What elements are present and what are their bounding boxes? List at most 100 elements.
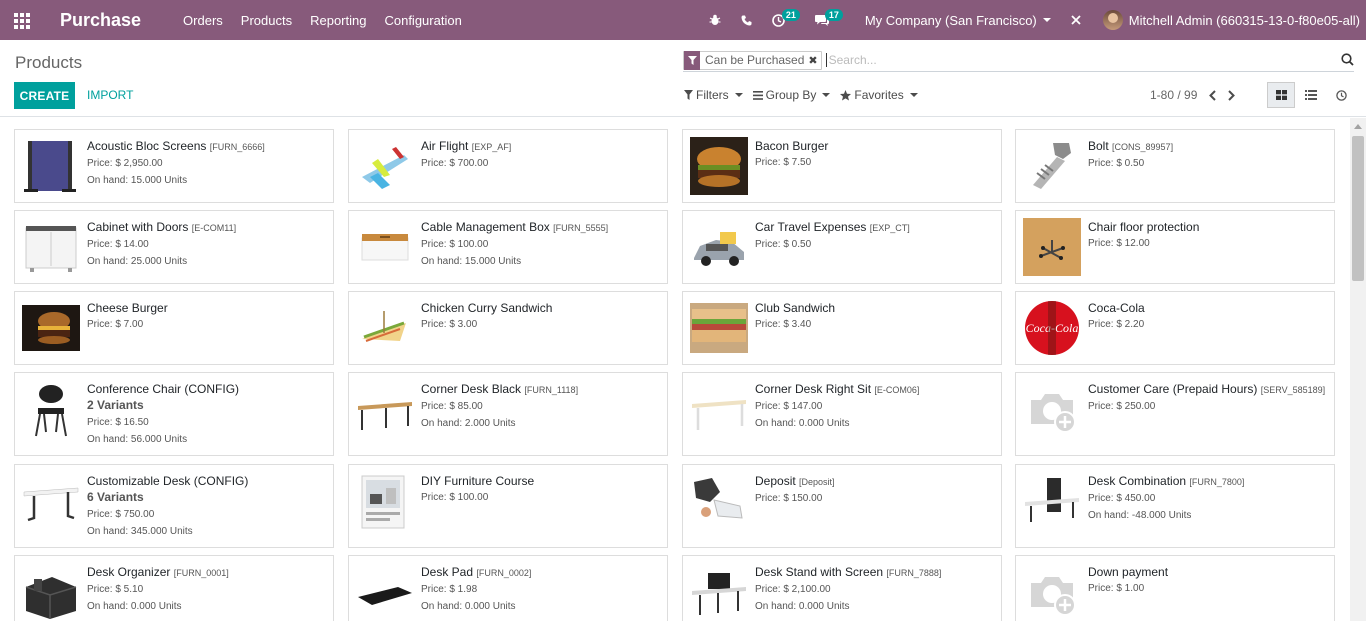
product-name-text: Bolt [1088, 139, 1109, 153]
product-card[interactable]: Customer Care (Prepaid Hours) [SERV_5851… [1015, 372, 1335, 456]
filters-dropdown[interactable]: Filters [684, 88, 743, 102]
product-name[interactable]: Customer Care (Prepaid Hours) [SERV_5851… [1088, 381, 1328, 398]
create-button[interactable]: CREATE [14, 82, 75, 109]
phone-icon[interactable] [741, 15, 752, 26]
user-menu[interactable]: Mitchell Admin (660315-13-0-f80e05-all) [1102, 10, 1360, 30]
product-card[interactable]: Customizable Desk (CONFIG) 6 Variants Pric… [14, 464, 334, 548]
product-name[interactable]: Desk Pad [FURN_0002] [421, 564, 661, 581]
bug-icon[interactable] [709, 14, 721, 26]
product-card[interactable]: Desk Combination [FURN_7800] Price: $ 450… [1015, 464, 1335, 548]
close-icon[interactable] [1071, 15, 1081, 25]
product-name[interactable]: Deposit [Deposit] [755, 473, 995, 490]
product-name[interactable]: Acoustic Bloc Screens [FURN_6666] [87, 138, 327, 155]
product-card[interactable]: Bolt [CONS_89957] Price: $ 0.50 [1015, 129, 1335, 203]
product-info: Cable Management Box [FURN_5555] Price: $… [421, 219, 661, 270]
product-variants: 6 Variants [87, 490, 144, 504]
product-card[interactable]: Car Travel Expenses [EXP_CT] Price: $ 0.5… [682, 210, 1002, 284]
scrollbar[interactable] [1350, 118, 1366, 621]
product-name[interactable]: Chair floor protection [1088, 219, 1328, 235]
search-input[interactable] [825, 53, 1326, 67]
product-name-text: Corner Desk Right Sit [755, 382, 872, 396]
product-name[interactable]: Customizable Desk (CONFIG) [87, 473, 327, 489]
product-name[interactable]: Desk Organizer [FURN_0001] [87, 564, 327, 581]
product-name[interactable]: Car Travel Expenses [EXP_CT] [755, 219, 995, 236]
menu-item-products[interactable]: Products [241, 13, 292, 28]
product-card[interactable]: Chair floor protection Price: $ 12.00 [1015, 210, 1335, 284]
menu-item-orders[interactable]: Orders [183, 13, 223, 28]
search-facet[interactable]: Can be Purchased ✖ [683, 50, 822, 70]
chevron-right-icon[interactable] [1228, 89, 1236, 101]
product-info: Bacon Burger Price: $ 7.50 [755, 138, 995, 171]
menu-item-reporting[interactable]: Reporting [310, 13, 366, 28]
product-card[interactable]: Club Sandwich Price: $ 3.40 [682, 291, 1002, 365]
product-name[interactable]: Cabinet with Doors [E-COM11] [87, 219, 327, 236]
product-name[interactable]: Coca-Cola [1088, 300, 1328, 316]
app-title[interactable]: Purchase [60, 10, 141, 31]
product-card[interactable]: Acoustic Bloc Screens [FURN_6666] Price: … [14, 129, 334, 203]
product-card[interactable]: Chicken Curry Sandwich Price: $ 3.00 [348, 291, 668, 365]
product-card[interactable]: Cheese Burger Price: $ 7.00 [14, 291, 334, 365]
desk-combination-image [1023, 472, 1081, 530]
product-name[interactable]: Bacon Burger [755, 138, 995, 154]
product-name[interactable]: Chicken Curry Sandwich [421, 300, 661, 316]
favorites-dropdown[interactable]: Favorites [840, 88, 918, 102]
product-name[interactable]: DIY Furniture Course [421, 473, 661, 489]
product-info: Chicken Curry Sandwich Price: $ 3.00 [421, 300, 661, 333]
list-view-icon[interactable] [1297, 82, 1325, 108]
product-card[interactable]: Corner Desk Right Sit [E-COM06] Price: $ … [682, 372, 1002, 456]
product-card[interactable]: Conference Chair (CONFIG) 2 Variants Price… [14, 372, 334, 456]
activity-clock-icon[interactable]: 21 [772, 8, 800, 27]
product-card[interactable]: Desk Pad [FURN_0002] Price: $ 1.98 On hand… [348, 555, 668, 621]
facet-remove-icon[interactable]: ✖ [808, 54, 820, 67]
apps-menu-icon[interactable] [0, 0, 44, 40]
product-name[interactable]: Corner Desk Black [FURN_1118] [421, 381, 661, 398]
product-card[interactable]: Down payment Price: $ 1.00 [1015, 555, 1335, 621]
activity-view-icon[interactable] [1327, 82, 1355, 108]
messages-icon[interactable]: 17 [814, 9, 843, 26]
car-image [690, 218, 748, 276]
product-name[interactable]: Conference Chair (CONFIG) [87, 381, 327, 397]
product-name[interactable]: Desk Combination [FURN_7800] [1088, 473, 1328, 490]
product-name-text: Desk Stand with Screen [755, 565, 884, 579]
search-icon[interactable] [1341, 53, 1354, 69]
product-name-text: Coca-Cola [1088, 301, 1145, 315]
pager-value[interactable]: 1-80 / 99 [1150, 88, 1197, 102]
product-card[interactable]: DIY Furniture Course Price: $ 100.00 [348, 464, 668, 548]
product-name-text: Acoustic Bloc Screens [87, 139, 207, 153]
product-name[interactable]: Bolt [CONS_89957] [1088, 138, 1328, 155]
product-name[interactable]: Desk Stand with Screen [FURN_7888] [755, 564, 995, 581]
group-by-dropdown[interactable]: Group By [752, 88, 831, 102]
company-name: My Company (San Francisco) [864, 12, 1037, 28]
product-name[interactable]: Down payment [1088, 564, 1328, 580]
control-panel: Products Can be Purchased ✖ CREATE IMPOR… [0, 40, 1366, 117]
kanban-view-icon[interactable] [1267, 82, 1295, 108]
product-card[interactable]: Desk Stand with Screen [FURN_7888] Price:… [682, 555, 1002, 621]
product-name-text: Desk Combination [1088, 474, 1187, 488]
import-button[interactable]: IMPORT [87, 88, 133, 102]
pager: 1-80 / 99 [1150, 88, 1236, 102]
product-info: Corner Desk Black [FURN_1118] Price: $ 85… [421, 381, 661, 432]
product-card[interactable]: Desk Organizer [FURN_0001] Price: $ 5.10 O… [14, 555, 334, 621]
product-card[interactable]: Bacon Burger Price: $ 7.50 [682, 129, 1002, 203]
product-name[interactable]: Air Flight [EXP_AF] [421, 138, 661, 155]
product-code: [SERV_585189] [1260, 385, 1326, 395]
product-name[interactable]: Cheese Burger [87, 300, 327, 316]
product-name[interactable]: Club Sandwich [755, 300, 995, 316]
product-card[interactable]: Cabinet with Doors [E-COM11] Price: $ 14.… [14, 210, 334, 284]
product-card[interactable]: Coca-Cola Coca-Cola Price: $ 2.20 [1015, 291, 1335, 365]
product-name[interactable]: Corner Desk Right Sit [E-COM06] [755, 381, 995, 398]
company-switcher[interactable]: My Company (San Francisco) [865, 13, 1051, 28]
product-card[interactable]: Corner Desk Black [FURN_1118] Price: $ 85… [348, 372, 668, 456]
group-by-label: Group By [765, 88, 817, 102]
product-name[interactable]: Cable Management Box [FURN_5555] [421, 219, 661, 236]
product-card[interactable]: Cable Management Box [FURN_5555] Price: $… [348, 210, 668, 284]
scroll-up-icon[interactable] [1354, 124, 1362, 129]
menu-item-configuration[interactable]: Configuration [384, 13, 461, 28]
chevron-left-icon[interactable] [1209, 89, 1217, 101]
cable-box-image [356, 218, 414, 276]
product-price: Price: $ 750.00 [87, 509, 155, 520]
product-card[interactable]: Deposit [Deposit] Price: $ 150.00 [682, 464, 1002, 548]
scroll-thumb[interactable] [1352, 136, 1364, 281]
product-info: Desk Organizer [FURN_0001] Price: $ 5.10 O… [87, 564, 327, 615]
product-card[interactable]: Air Flight [EXP_AF] Price: $ 700.00 [348, 129, 668, 203]
